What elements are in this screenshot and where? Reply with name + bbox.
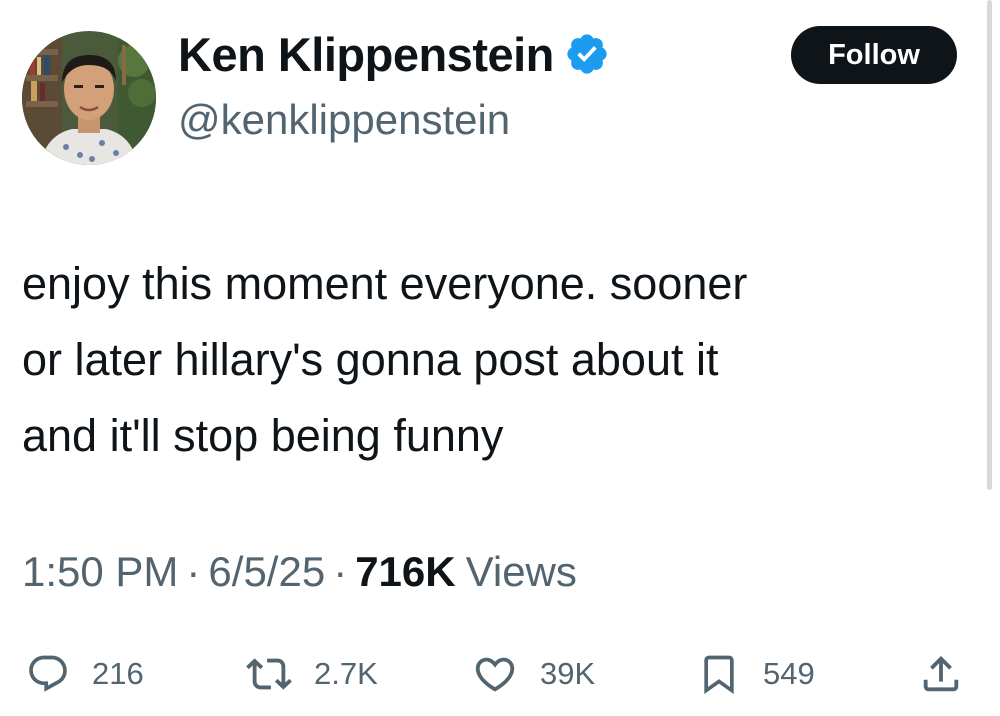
heart-icon <box>475 657 515 692</box>
meta-separator: · <box>186 548 201 595</box>
tweet-meta: 1:50 PM · 6/5/25 · 716K Views <box>22 542 577 602</box>
scrollbar[interactable] <box>987 0 992 490</box>
views-count: 716K <box>355 548 456 595</box>
tweet-text: enjoy this moment everyone. sooner or la… <box>22 258 748 461</box>
repost-button[interactable]: 2.7K <box>246 650 378 698</box>
author-handle[interactable]: @kenklippenstein <box>178 96 510 144</box>
share-icon <box>923 655 959 692</box>
verified-badge-icon[interactable] <box>564 31 610 77</box>
repost-count: 2.7K <box>314 656 378 691</box>
share-button[interactable] <box>918 650 964 698</box>
like-button[interactable]: 39K <box>472 650 595 698</box>
bookmark-icon <box>704 655 734 695</box>
tweet-date[interactable]: 6/5/25 <box>208 548 325 596</box>
reply-count: 216 <box>92 656 144 691</box>
avatar[interactable] <box>22 31 156 165</box>
bookmark-button[interactable]: 549 <box>697 650 815 698</box>
meta-separator: · <box>333 548 348 595</box>
author-display-name[interactable]: Ken Klippenstein <box>178 27 554 82</box>
follow-button[interactable]: Follow <box>791 26 957 84</box>
reply-icon <box>29 655 67 692</box>
author-name-row: Ken Klippenstein <box>178 24 610 84</box>
views-label: Views <box>465 548 577 595</box>
bookmark-count: 549 <box>763 656 815 691</box>
like-count: 39K <box>540 656 596 691</box>
repost-icon <box>246 658 292 690</box>
tweet-time[interactable]: 1:50 PM <box>22 548 178 596</box>
reply-button[interactable]: 216 <box>26 650 144 698</box>
